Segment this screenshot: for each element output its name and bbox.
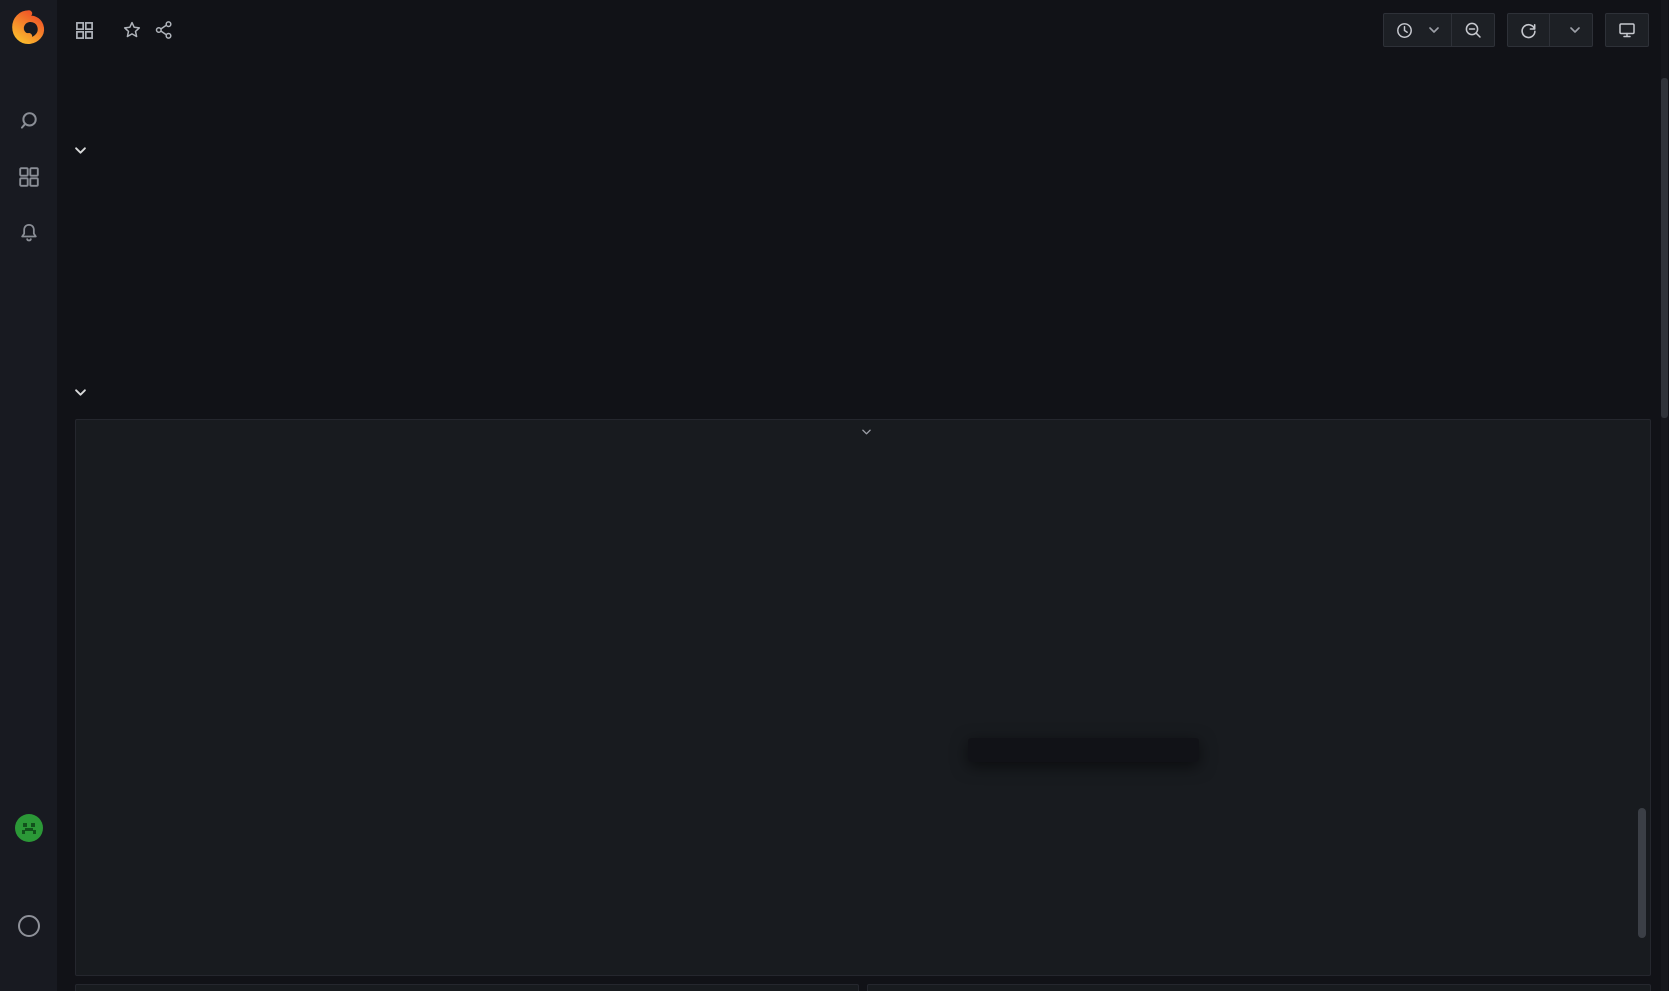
grafana-logo-icon[interactable] (9, 8, 49, 48)
next-row-panels (75, 984, 1651, 991)
refresh-button[interactable] (1508, 14, 1549, 46)
chevron-down-icon (75, 389, 86, 396)
navbar (57, 0, 1669, 60)
view-mode-controls (1605, 13, 1649, 47)
sidebar-menu (18, 110, 40, 244)
share-icon[interactable] (154, 20, 174, 40)
chart-legend (84, 805, 1642, 974)
cpu-chart[interactable] (76, 460, 1649, 810)
section-cpu[interactable] (57, 382, 1669, 402)
zoom-out-icon (1464, 21, 1482, 39)
partial-panel (75, 984, 859, 991)
page-scrollbar[interactable] (1661, 0, 1668, 991)
legend-scrollbar[interactable] (1638, 808, 1646, 938)
cycle-view-mode-button[interactable] (1606, 14, 1648, 46)
time-range-picker[interactable] (1384, 14, 1451, 46)
refresh-icon (1520, 22, 1537, 39)
help-icon[interactable] (18, 915, 40, 937)
chart-tooltip (968, 738, 1199, 762)
page-scrollbar-thumb[interactable] (1661, 78, 1668, 418)
chevron-down-icon (1570, 27, 1580, 33)
star-icon[interactable] (122, 20, 142, 40)
refresh-interval-dropdown[interactable] (1549, 14, 1592, 46)
dashboard-grid-icon[interactable] (75, 21, 94, 40)
main-content (57, 0, 1669, 991)
stats-row (75, 177, 1651, 355)
cpu-usage-panel (75, 419, 1651, 976)
variables-bar (57, 81, 1669, 113)
sidebar (0, 0, 57, 991)
partial-panel (867, 984, 1651, 991)
monitor-icon (1618, 21, 1636, 39)
user-avatar[interactable] (14, 813, 44, 843)
search-icon[interactable] (18, 110, 40, 132)
refresh-controls (1507, 13, 1593, 47)
chevron-down-icon (75, 147, 86, 154)
chevron-down-icon (1429, 27, 1439, 33)
app-root (0, 0, 1669, 991)
section-quick-overview[interactable] (57, 140, 1669, 160)
dashboards-icon[interactable] (18, 166, 40, 188)
panel-title[interactable] (76, 429, 1650, 435)
time-controls (1383, 13, 1495, 47)
zoom-out-button[interactable] (1451, 14, 1494, 46)
chevron-down-icon (862, 429, 871, 435)
clock-icon (1396, 22, 1413, 39)
alerting-bell-icon[interactable] (18, 222, 40, 244)
sidebar-bottom (14, 813, 44, 937)
